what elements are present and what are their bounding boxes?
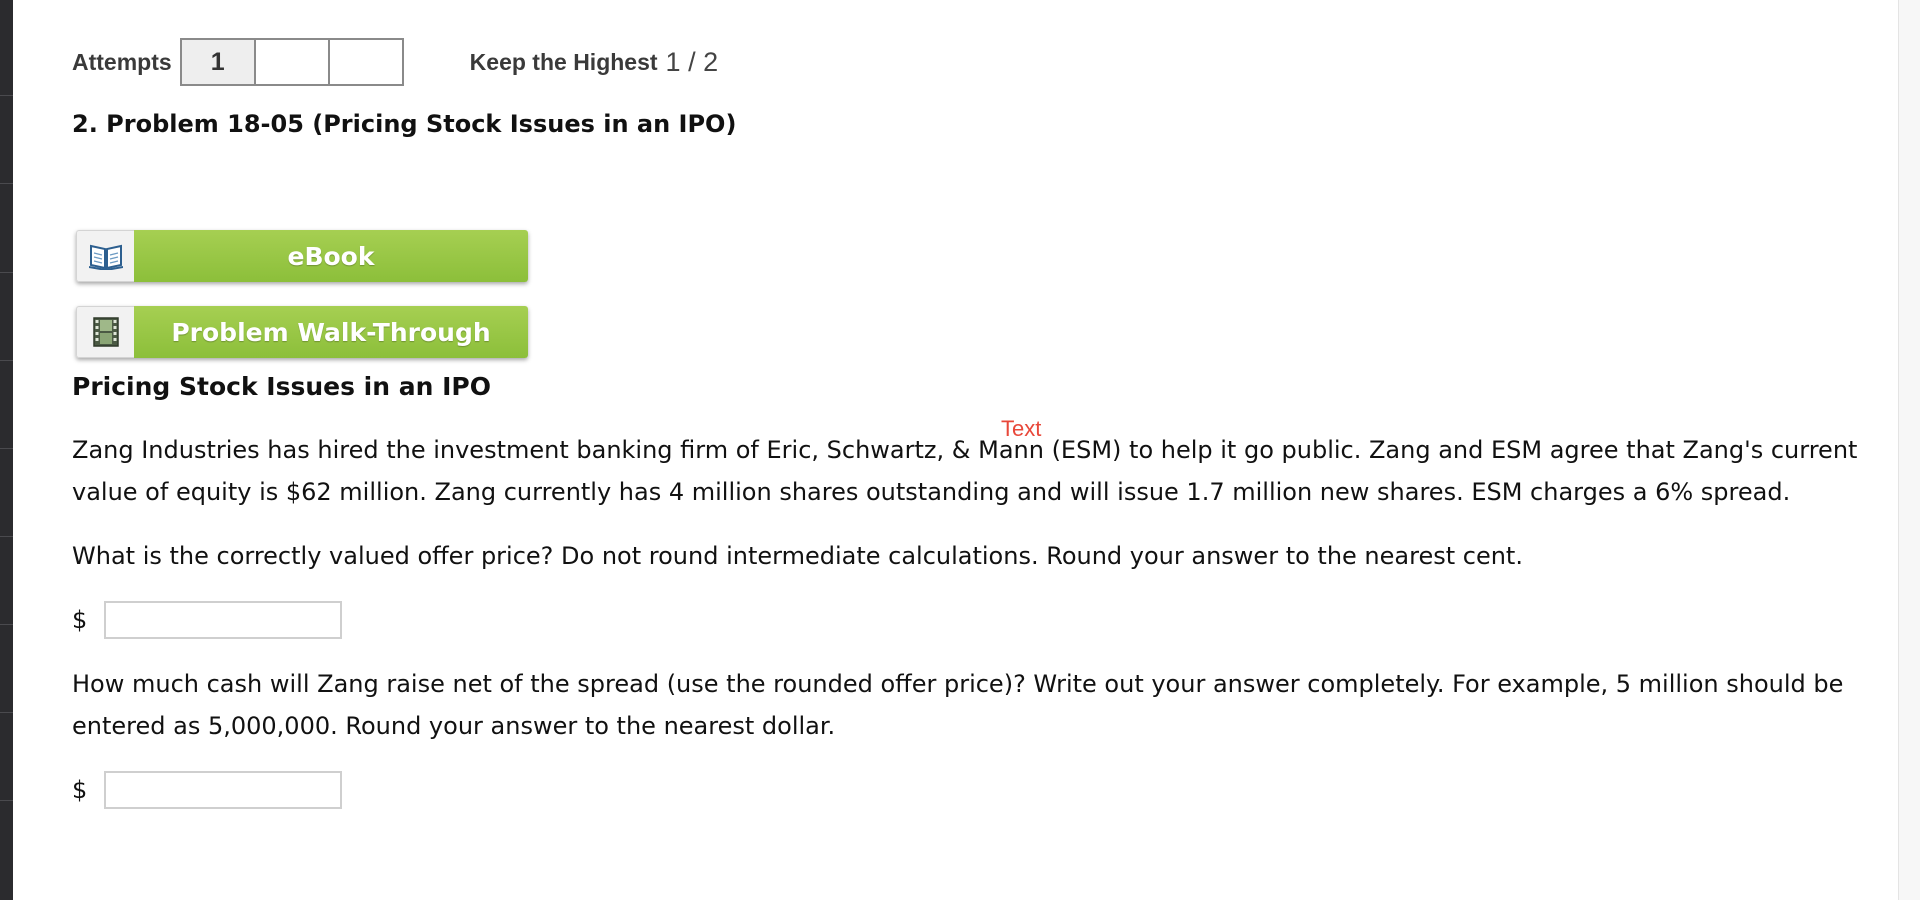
rail-divider <box>0 624 13 625</box>
problem-title: 2. Problem 18-05 (Pricing Stock Issues i… <box>72 110 737 138</box>
rail-divider <box>0 360 13 361</box>
film-icon <box>76 306 134 358</box>
rail-divider <box>0 536 13 537</box>
left-rail <box>0 0 13 900</box>
ebook-button[interactable]: eBook <box>76 230 528 282</box>
attempt-box-2 <box>253 38 330 86</box>
rail-divider <box>0 272 13 273</box>
answer-row-offer-price: $ <box>72 601 342 639</box>
rail-divider <box>0 448 13 449</box>
attempt-box-1: 1 <box>179 38 256 86</box>
currency-symbol: $ <box>72 606 88 634</box>
rail-divider <box>0 95 13 96</box>
walkthrough-button-label: Problem Walk-Through <box>134 306 528 358</box>
attempt-box-3 <box>327 38 404 86</box>
attempts-label: Attempts <box>72 48 172 75</box>
currency-symbol: $ <box>72 776 88 804</box>
offer-price-input[interactable] <box>104 601 342 639</box>
question-net-cash: How much cash will Zang raise net of the… <box>72 670 1844 740</box>
right-scroll-rail[interactable] <box>1898 0 1920 900</box>
rail-divider <box>0 800 13 801</box>
attempts-row: Attempts 1 Keep the Highest 1 / 2 <box>72 38 718 86</box>
answer-row-net-cash: $ <box>72 771 342 809</box>
score-value: 1 / 2 <box>665 46 719 77</box>
ebook-button-label: eBook <box>134 230 528 282</box>
rail-divider <box>0 183 13 184</box>
net-cash-input[interactable] <box>104 771 342 809</box>
problem-walkthrough-button[interactable]: Problem Walk-Through <box>76 306 528 358</box>
book-icon <box>76 230 134 282</box>
rail-divider <box>0 712 13 713</box>
problem-statement: Zang Industries has hired the investment… <box>72 436 1858 506</box>
keep-highest-label: Keep the Highest <box>469 48 658 75</box>
question-offer-price: What is the correctly valued offer price… <box>72 542 1523 570</box>
section-title: Pricing Stock Issues in an IPO <box>72 372 492 401</box>
